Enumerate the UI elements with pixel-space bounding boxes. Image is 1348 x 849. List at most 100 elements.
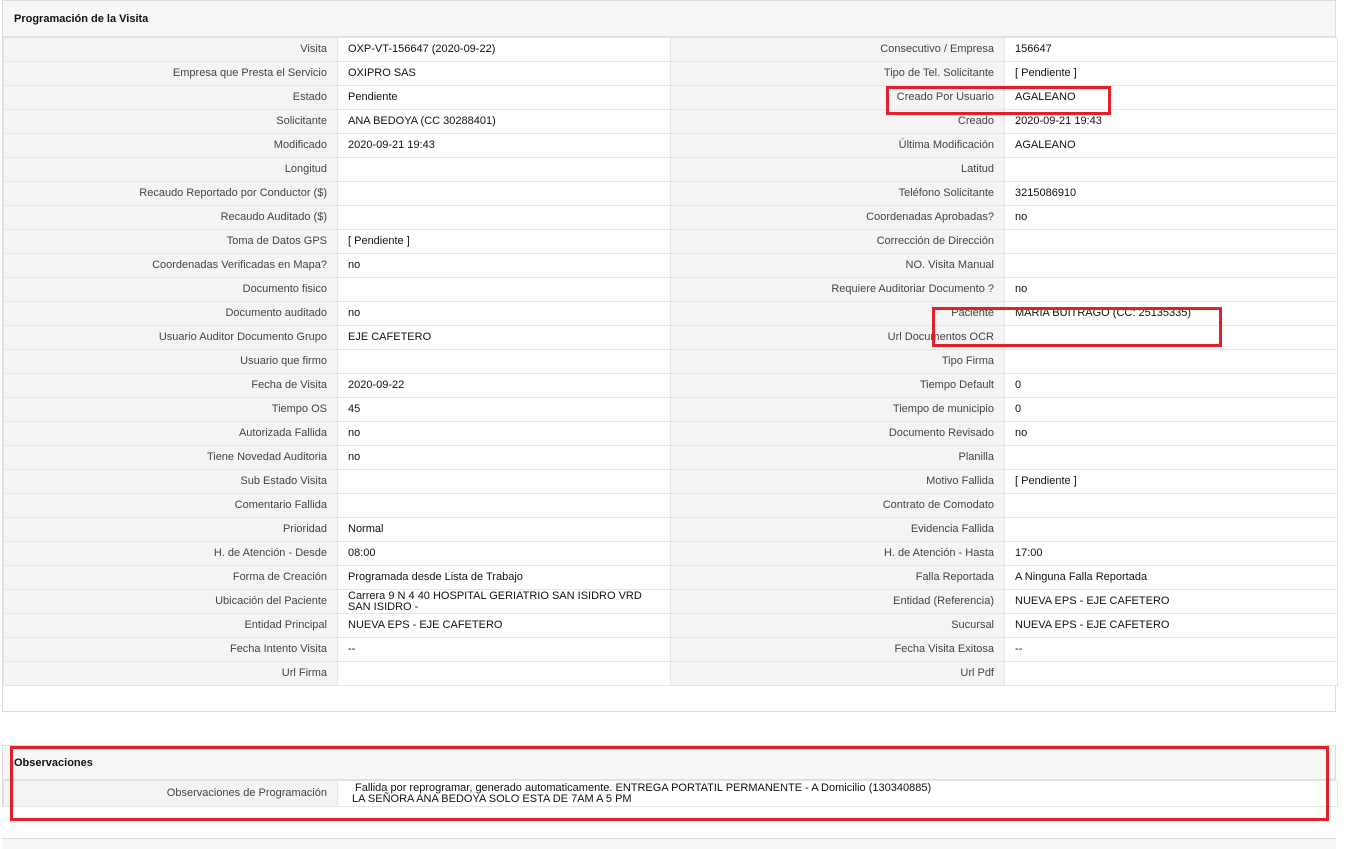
table-row: Ubicación del Paciente Carrera 9 N 4 40 H… (3, 589, 1338, 614)
field-value (1004, 349, 1338, 374)
field-label: Recaudo Auditado ($) (3, 205, 338, 230)
field-value (337, 277, 671, 302)
field-value (1004, 253, 1338, 278)
field-value (337, 181, 671, 206)
field-label: Fecha Visita Exitosa (670, 637, 1005, 662)
table-row: Longitud Latitud (3, 157, 1338, 182)
field-label: Creado Por Usuario (670, 85, 1005, 110)
field-label: Visita (3, 37, 338, 62)
visit-details-table: Visita OXP-VT-156647 (2020-09-22) Consecut… (3, 37, 1338, 686)
table-row: Prioridad Normal Evidencia Fallida (3, 517, 1338, 542)
field-value: 3215086910 (1004, 181, 1338, 206)
field-value (337, 493, 671, 518)
field-value (1004, 325, 1338, 350)
field-value: Programada desde Lista de Trabajo (337, 565, 671, 590)
table-row: Tiene Novedad Auditoria no Planilla (3, 445, 1338, 470)
table-row: Modificado 2020-09-21 19:43 Última Modific… (3, 133, 1338, 158)
field-label: Coordenadas Verificadas en Mapa? (3, 253, 338, 278)
field-label: Tipo de Tel. Solicitante (670, 61, 1005, 86)
observations-value: Fallida por reprogramar, generado automa… (337, 780, 1338, 807)
field-value (337, 661, 671, 686)
field-value: OXIPRO SAS (337, 61, 671, 86)
field-value: NUEVA EPS - EJE CAFETERO (1004, 589, 1338, 614)
field-label: Url Firma (3, 661, 338, 686)
table-row: Recaudo Reportado por Conductor ($) Teléf… (3, 181, 1338, 206)
field-label: Fecha de Visita (3, 373, 338, 398)
table-row: Toma de Datos GPS[ Pendiente ] Corrección… (3, 229, 1338, 254)
observations-table: Observaciones de Programación Fallida po… (3, 780, 1338, 807)
field-label: NO. Visita Manual (670, 253, 1005, 278)
field-label: Longitud (3, 157, 338, 182)
field-value (337, 157, 671, 182)
field-value: 156647 (1004, 37, 1338, 62)
field-value: no (337, 421, 671, 446)
field-label: Documento fisico (3, 277, 338, 302)
field-label: Usuario Auditor Documento Grupo (3, 325, 338, 350)
field-label: Autorizada Fallida (3, 421, 338, 446)
field-value: no (1004, 205, 1338, 230)
field-value: 08:00 (337, 541, 671, 566)
field-value: [ Pendiente ] (1004, 469, 1338, 494)
field-value (1004, 517, 1338, 542)
table-row: Coordenadas Verificadas en Mapa? no NO. V… (3, 253, 1338, 278)
table-row: Tiempo OS 45 Tiempo de municipio 0 (3, 397, 1338, 422)
field-label: Creado (670, 109, 1005, 134)
field-label: Última Modificación (670, 133, 1005, 158)
field-value: MARIA BUITRAGO (CC: 25135335) (1004, 301, 1338, 326)
field-label: Tiempo Default (670, 373, 1005, 398)
field-value: no (337, 445, 671, 470)
field-value: [ Pendiente ] (337, 229, 671, 254)
field-value (1004, 661, 1338, 686)
field-label: Url Pdf (670, 661, 1005, 686)
field-label: Motivo Fallida (670, 469, 1005, 494)
table-row: Solicitante ANA BEDOYA (CC 30288401) Cread… (3, 109, 1338, 134)
field-value: 2020-09-21 19:43 (1004, 109, 1338, 134)
field-value: no (1004, 277, 1338, 302)
table-row: Usuario Auditor Documento Grupo EJE CAFET… (3, 325, 1338, 350)
field-label: Toma de Datos GPS (3, 229, 338, 254)
field-value (337, 349, 671, 374)
field-value: AGALEANO (1004, 85, 1338, 110)
observations-panel: Observaciones Observaciones de Programac… (2, 745, 1338, 807)
field-label: Forma de Creación (3, 565, 338, 590)
field-label: Documento auditado (3, 301, 338, 326)
field-label: Sucursal (670, 613, 1005, 638)
field-label: Documento Revisado (670, 421, 1005, 446)
field-value (1004, 229, 1338, 254)
field-label: Contrato de Comodato (670, 493, 1005, 518)
field-value: NUEVA EPS - EJE CAFETERO (337, 613, 671, 638)
field-label: Entidad (Referencia) (670, 589, 1005, 614)
field-label: Estado (3, 85, 338, 110)
field-value: 17:00 (1004, 541, 1338, 566)
field-value: 0 (1004, 397, 1338, 422)
field-value: [ Pendiente ] (1004, 61, 1338, 86)
field-label: Comentario Fallida (3, 493, 338, 518)
field-value: 0 (1004, 373, 1338, 398)
field-label: Teléfono Solicitante (670, 181, 1005, 206)
field-value: -- (337, 637, 671, 662)
field-label: Tipo Firma (670, 349, 1005, 374)
field-label: Tiempo OS (3, 397, 338, 422)
field-label: Paciente (670, 301, 1005, 326)
field-value: Normal (337, 517, 671, 542)
field-label: Recaudo Reportado por Conductor ($) (3, 181, 338, 206)
field-label: Evidencia Fallida (670, 517, 1005, 542)
field-label: H. de Atención - Hasta (670, 541, 1005, 566)
table-row: Url Firma Url Pdf (3, 661, 1338, 686)
field-value: no (337, 301, 671, 326)
table-row: Visita OXP-VT-156647 (2020-09-22) Consecut… (3, 37, 1338, 62)
visit-programming-panel: Programación de la Visita Visita OXP-VT-1… (2, 0, 1338, 712)
field-label: Latitud (670, 157, 1005, 182)
next-panel-edge (2, 838, 1336, 849)
field-label: Consecutivo / Empresa (670, 37, 1005, 62)
table-row: Comentario Fallida Contrato de Comodato (3, 493, 1338, 518)
table-row: Estado Pendiente Creado Por Usuario AGALEAN… (3, 85, 1338, 110)
field-value: -- (1004, 637, 1338, 662)
field-value: 2020-09-21 19:43 (337, 133, 671, 158)
field-label: Tiempo de municipio (670, 397, 1005, 422)
field-value (1004, 157, 1338, 182)
field-value: no (1004, 421, 1338, 446)
field-value: NUEVA EPS - EJE CAFETERO (1004, 613, 1338, 638)
field-label: Fecha Intento Visita (3, 637, 338, 662)
field-value: AGALEANO (1004, 133, 1338, 158)
